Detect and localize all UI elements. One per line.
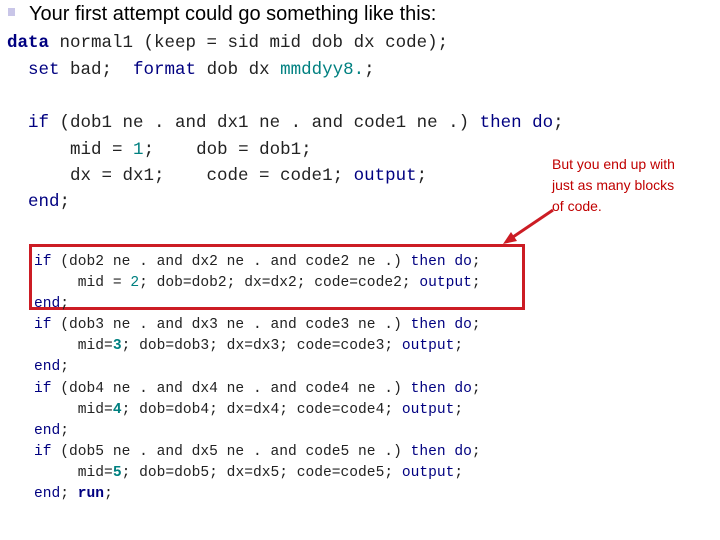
- code-line-body: mid = 2; dob=dob2; dx=dx2; code=code2; o…: [34, 275, 481, 291]
- code-line-if: if (dob5 ne . and dx5 ne . and code5 ne …: [34, 444, 481, 460]
- code-line-end-run: end; run;: [34, 486, 113, 502]
- code-line-if: if (dob3 ne . and dx3 ne . and code3 ne …: [34, 317, 481, 333]
- code-line-body: mid=4; dob=dob4; dx=dx4; code=code4; out…: [34, 402, 464, 418]
- code-line-body: mid=3; dob=dob3; dx=dx3; code=code3; out…: [34, 338, 464, 354]
- code-line-end: end;: [34, 359, 70, 375]
- code-line-if: if (dob4 ne . and dx4 ne . and code4 ne …: [34, 381, 481, 397]
- code-line-end: end;: [34, 423, 70, 439]
- code-line-body: mid=5; dob=dob5; dx=dx5; code=code5; out…: [34, 465, 464, 481]
- code-line-if: if (dob2 ne . and dx2 ne . and code2 ne …: [34, 254, 481, 270]
- code-line-end: end;: [34, 296, 70, 312]
